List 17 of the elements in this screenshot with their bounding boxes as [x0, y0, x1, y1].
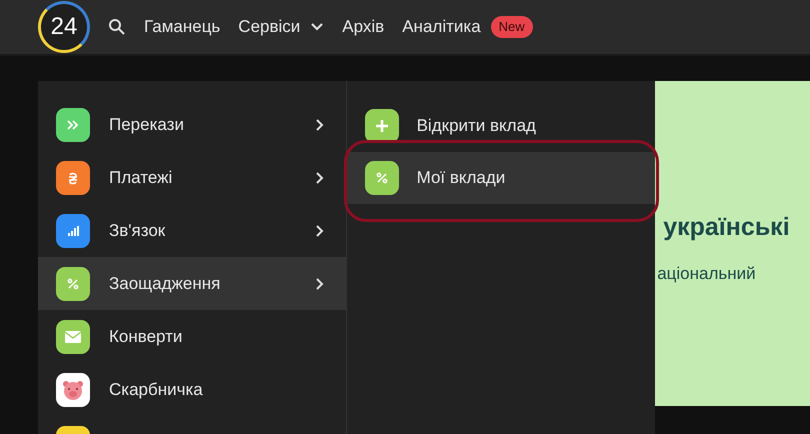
- submenu-item[interactable]: Мої вклади: [346, 152, 656, 204]
- menu-item[interactable]: Заощадження: [38, 257, 346, 310]
- menu-item[interactable]: Конверти: [38, 310, 346, 363]
- nav-link[interactable]: Аналітика: [402, 14, 481, 40]
- new-badge: New: [490, 16, 533, 38]
- menu-item[interactable]: Перекази: [38, 98, 346, 151]
- nav-link[interactable]: Сервіси: [238, 14, 300, 40]
- menu-item[interactable]: Платежі: [38, 151, 346, 204]
- chevron-down-icon[interactable]: [310, 22, 324, 32]
- logo[interactable]: 24: [38, 1, 90, 53]
- menu-item[interactable]: Зв'язок: [38, 204, 346, 257]
- nav-link[interactable]: Архів: [342, 14, 384, 40]
- menu-item[interactable]: Скарбничка: [38, 363, 346, 416]
- search-icon[interactable]: [108, 18, 126, 36]
- promo-banner: українські аціональний: [655, 81, 810, 406]
- submenu-item[interactable]: Відкрити вклад: [346, 100, 656, 152]
- nav-link[interactable]: Гаманець: [144, 14, 220, 40]
